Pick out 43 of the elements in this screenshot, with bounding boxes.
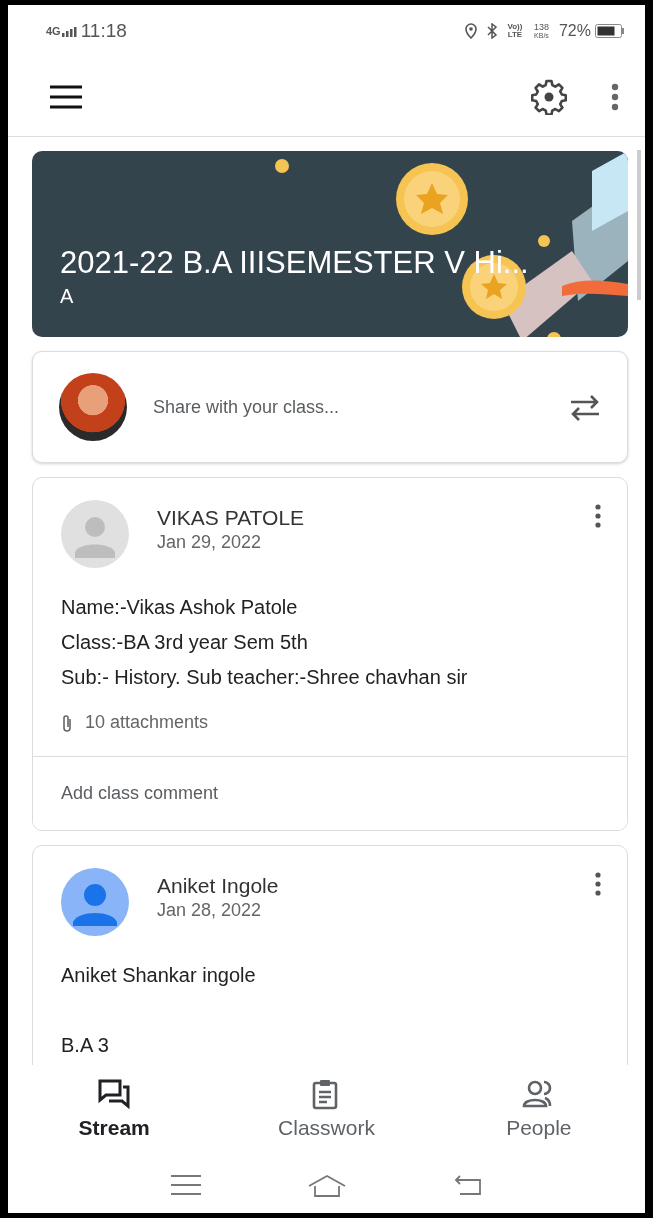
bluetooth-icon (485, 23, 498, 39)
post-date: Jan 29, 2022 (157, 531, 263, 555)
nav-tab[interactable]: People (432, 1065, 645, 1157)
post-text-line: Class:-BA 3rd year Sem 5th (61, 630, 309, 655)
more-options-icon (611, 82, 619, 111)
comment-field[interactable]: Add class comment (33, 756, 627, 830)
class-section: A (60, 281, 600, 311)
clock-time: 11:18 (80, 18, 127, 43)
person-avatar-icon (61, 868, 129, 936)
more-options-button[interactable] (611, 82, 619, 111)
network-label: 4G (46, 23, 61, 39)
battery-icon (595, 24, 625, 38)
repost-button[interactable] (569, 392, 601, 422)
post-text-line: Aniket Shankar ingole (61, 963, 257, 988)
more-options-icon (595, 872, 601, 896)
nav-tab[interactable]: Classwork (220, 1065, 433, 1157)
post-menu-button[interactable] (595, 504, 601, 528)
more-options-icon (595, 504, 601, 528)
attachments-count: 10 attachments (85, 711, 209, 734)
volte-label: Vo)) LTE (506, 23, 524, 39)
settings-button[interactable] (531, 78, 567, 115)
author-name: Aniket Ingole (157, 873, 280, 899)
battery-percent: 72% (558, 21, 591, 41)
network-speed: 138 (533, 23, 549, 32)
settings-icon (531, 78, 567, 115)
chat-bubbles-icon (97, 1078, 132, 1111)
nav-tab[interactable]: Stream (8, 1065, 221, 1157)
swap-arrows-icon (569, 392, 601, 422)
post-text-line: Name:-Vikas Ashok Patole (61, 595, 299, 620)
paperclip-icon (61, 713, 73, 732)
post-text-line: B.A 3 (61, 1033, 110, 1058)
home-icon (307, 1172, 348, 1198)
post-date: Jan 28, 2022 (157, 899, 263, 923)
recents-icon (171, 1174, 202, 1196)
signal-icon (61, 25, 77, 37)
default-avatar-icon (61, 500, 129, 568)
menu-icon (50, 84, 82, 109)
post-text-line: Sub:- History. Sub teacher:-Shree chavhan sir (61, 665, 469, 690)
post-menu-button[interactable] (595, 872, 601, 896)
menu-button[interactable] (50, 84, 82, 109)
back-icon (453, 1174, 482, 1196)
location-icon (463, 23, 478, 39)
author-name: VIKAS PATOLE (157, 505, 306, 531)
